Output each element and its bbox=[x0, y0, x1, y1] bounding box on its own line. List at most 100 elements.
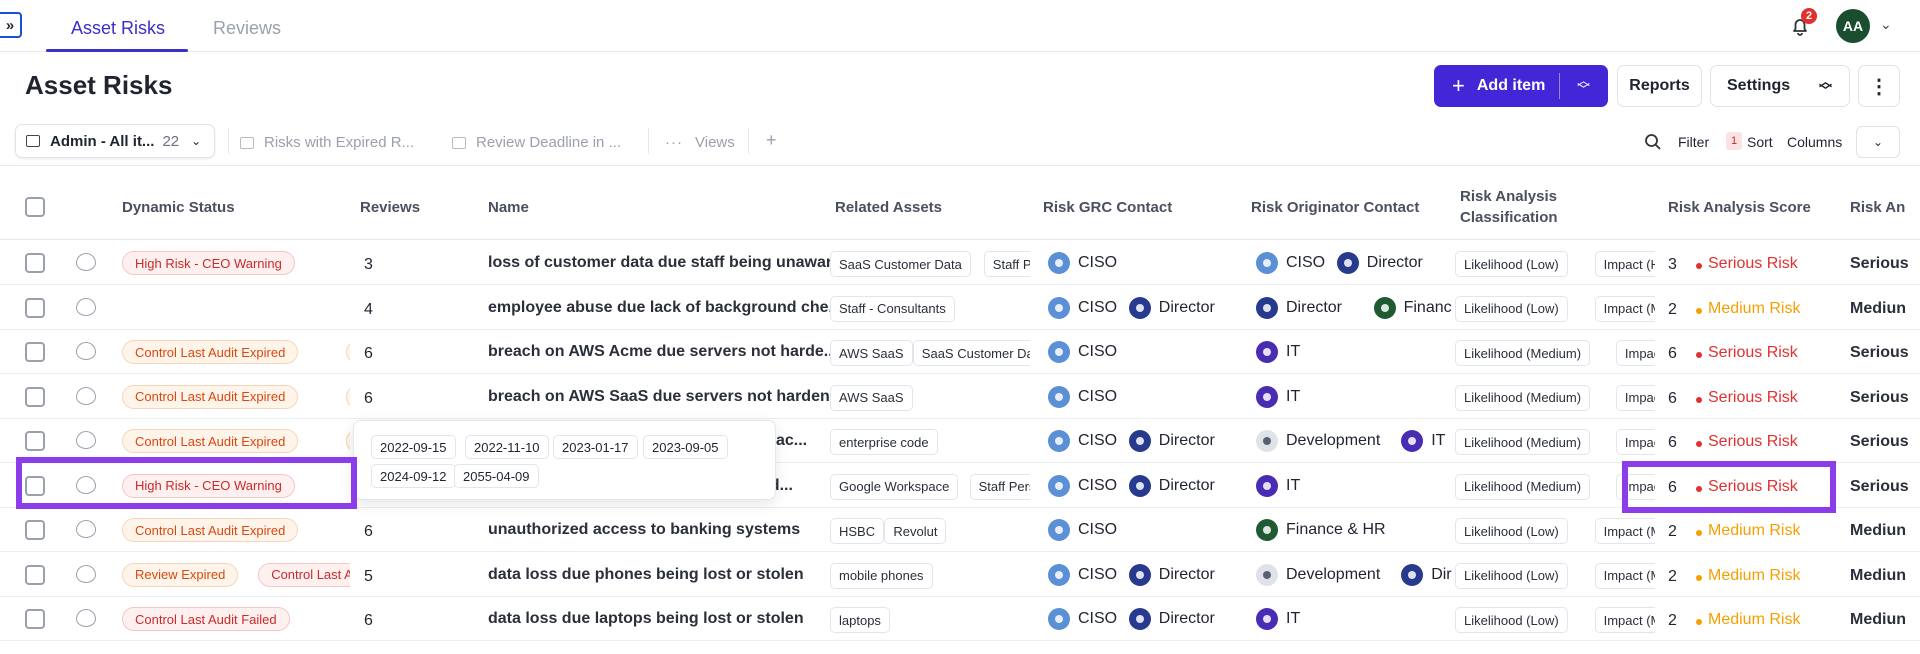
row-checkbox[interactable] bbox=[25, 297, 45, 318]
row-checkbox[interactable] bbox=[25, 342, 45, 362]
column-header[interactable]: Risk Analysis Classification bbox=[1460, 186, 1610, 228]
contact-chip[interactable]: IT bbox=[1401, 430, 1445, 452]
contact-chip[interactable]: Dire bbox=[1401, 563, 1452, 586]
column-header[interactable]: Reviews bbox=[360, 197, 420, 218]
comment-icon[interactable] bbox=[76, 564, 96, 583]
contact-chip[interactable]: IT bbox=[1256, 385, 1300, 408]
comment-icon[interactable] bbox=[76, 253, 96, 271]
comment-icon[interactable] bbox=[76, 386, 96, 405]
risk-name[interactable]: employee abuse due lack of background ch… bbox=[488, 299, 842, 317]
asset-tag[interactable]: AWS SaaS bbox=[830, 340, 913, 366]
contact-chip[interactable]: IT bbox=[1256, 341, 1300, 363]
table-row[interactable]: Control Last Audit Failed 6 data loss due … bbox=[0, 597, 1920, 641]
add-item-button[interactable]: + Add item ︿ ﹀ bbox=[1434, 65, 1608, 107]
comment-icon[interactable] bbox=[76, 342, 96, 360]
comment-icon[interactable] bbox=[76, 520, 96, 538]
more-options-button[interactable]: ⋮ bbox=[1858, 65, 1900, 107]
risk-name[interactable]: unauthorized access to banking systems bbox=[488, 521, 800, 539]
contact-chip[interactable]: IT bbox=[1256, 474, 1300, 497]
comment-icon[interactable] bbox=[76, 297, 96, 316]
column-header[interactable]: Name bbox=[488, 197, 529, 218]
risk-name[interactable]: data loss due phones being lost or stole… bbox=[488, 566, 804, 584]
contact-chip[interactable]: CISO bbox=[1048, 608, 1117, 630]
asset-tag[interactable]: SaaS Customer Da bbox=[912, 340, 1030, 366]
table-row[interactable]: Control Last Audit Expired 6 unauthorized … bbox=[0, 508, 1920, 552]
user-avatar[interactable]: AA bbox=[1836, 9, 1870, 43]
contact-chip[interactable]: Director bbox=[1128, 608, 1215, 630]
column-header[interactable]: Risk Analysis Score bbox=[1668, 197, 1811, 218]
contact-chip[interactable]: CISO bbox=[1048, 430, 1117, 452]
risk-name[interactable]: loss of customer data due staff being un… bbox=[488, 254, 845, 272]
contact-chip[interactable]: CISO bbox=[1048, 474, 1117, 497]
asset-tag[interactable]: AWS SaaS bbox=[830, 384, 913, 411]
contact-chip[interactable]: Director bbox=[1256, 296, 1342, 319]
table-row[interactable]: Control Last Audit Expired High 6 breach on… bbox=[0, 375, 1920, 419]
asset-tag[interactable]: Staff Pe bbox=[983, 251, 1030, 277]
chevron-down-icon[interactable]: ⌄ bbox=[1856, 126, 1900, 158]
column-header[interactable]: Risk Originator Contact bbox=[1251, 197, 1419, 218]
table-row[interactable]: Review Expired Control Last Au 5 data loss … bbox=[0, 553, 1920, 597]
asset-tag[interactable]: laptops bbox=[830, 607, 890, 633]
contact-chip[interactable]: Finance & HR bbox=[1256, 519, 1386, 541]
table-row[interactable] bbox=[0, 642, 1920, 654]
sort-button[interactable]: Sort bbox=[1747, 134, 1773, 150]
contact-chip[interactable]: CISO bbox=[1048, 252, 1117, 274]
expand-sidebar-button[interactable]: » bbox=[0, 12, 22, 38]
asset-tag[interactable]: SaaS Customer Data bbox=[830, 251, 971, 277]
contact-chip[interactable]: Finance & bbox=[1373, 296, 1452, 319]
contact-chip[interactable]: Director bbox=[1128, 563, 1215, 586]
column-header[interactable]: Related Assets bbox=[835, 197, 942, 218]
contact-chip[interactable]: CISO bbox=[1048, 341, 1117, 363]
tab-asset-risks[interactable]: Asset Risks bbox=[71, 18, 165, 39]
risk-name[interactable]: breach on AWS Acme due servers not harde… bbox=[488, 343, 837, 361]
views-menu[interactable]: ··· Views bbox=[665, 134, 735, 151]
contact-chip[interactable]: Director bbox=[1336, 252, 1423, 274]
contact-chip[interactable]: CISO bbox=[1048, 563, 1117, 586]
filter-button[interactable]: Filter bbox=[1678, 134, 1709, 150]
asset-tag[interactable]: Revolut bbox=[884, 518, 947, 544]
current-view-selector[interactable]: Admin - All it... 22 ⌄ bbox=[15, 124, 215, 158]
up-down-chevron-icon[interactable]: ︿ ﹀ bbox=[1577, 74, 1590, 96]
column-header[interactable]: Risk GRC Contact bbox=[1043, 197, 1172, 218]
contact-chip[interactable]: CISO bbox=[1048, 296, 1117, 319]
row-checkbox[interactable] bbox=[25, 609, 45, 629]
comment-icon[interactable] bbox=[76, 431, 96, 449]
column-header[interactable]: Dynamic Status bbox=[122, 197, 235, 218]
asset-tag[interactable]: Staff Pers bbox=[969, 473, 1030, 500]
view-tab-expired-reviews[interactable]: Risks with Expired R... bbox=[240, 134, 414, 151]
chevron-down-icon[interactable]: ⌄ bbox=[1880, 16, 1892, 33]
row-checkbox[interactable] bbox=[25, 520, 45, 540]
contact-chip[interactable]: Director bbox=[1128, 430, 1215, 452]
asset-tag[interactable]: enterprise code bbox=[830, 429, 938, 455]
row-checkbox[interactable] bbox=[25, 253, 45, 273]
contact-chip[interactable]: Director bbox=[1128, 296, 1215, 319]
risk-name[interactable]: breach on AWS SaaS due servers not harde… bbox=[488, 388, 843, 406]
contact-chip[interactable]: IT bbox=[1256, 608, 1300, 630]
contact-chip[interactable]: CISO bbox=[1048, 385, 1117, 408]
search-icon[interactable] bbox=[1644, 133, 1662, 151]
contact-chip[interactable]: Development bbox=[1256, 430, 1380, 452]
tab-reviews[interactable]: Reviews bbox=[213, 18, 281, 39]
contact-chip[interactable]: CISO bbox=[1256, 252, 1325, 274]
row-checkbox[interactable] bbox=[25, 431, 45, 451]
comment-icon[interactable] bbox=[76, 609, 96, 627]
asset-tag[interactable]: HSBC bbox=[830, 518, 885, 544]
contact-chip[interactable]: CISO bbox=[1048, 519, 1117, 541]
column-header[interactable]: Risk An bbox=[1850, 197, 1905, 218]
asset-tag[interactable]: Google Workspace bbox=[830, 473, 959, 500]
select-all-checkbox[interactable] bbox=[25, 197, 45, 217]
view-tab-review-deadline[interactable]: Review Deadline in ... bbox=[452, 134, 621, 151]
asset-tag[interactable]: mobile phones bbox=[830, 562, 933, 589]
contact-chip[interactable]: Development bbox=[1256, 563, 1380, 586]
columns-button[interactable]: Columns bbox=[1787, 134, 1842, 150]
row-checkbox[interactable] bbox=[25, 386, 45, 407]
asset-tag[interactable]: Staff - Consultants bbox=[830, 295, 955, 322]
row-checkbox[interactable] bbox=[25, 564, 45, 585]
add-view-icon[interactable]: + bbox=[766, 130, 777, 151]
table-row[interactable]: Control Last Audit Expired High 6 breach on… bbox=[0, 330, 1920, 374]
table-row[interactable]: High Risk - CEO Warning 3 loss of customer… bbox=[0, 241, 1920, 285]
settings-button[interactable]: Settings ︿ ﹀ bbox=[1710, 65, 1850, 107]
table-row[interactable]: 4 employee abuse due lack of background c… bbox=[0, 286, 1920, 330]
risk-name[interactable]: data loss due laptops being lost or stol… bbox=[488, 610, 804, 628]
reports-button[interactable]: Reports bbox=[1617, 65, 1702, 107]
